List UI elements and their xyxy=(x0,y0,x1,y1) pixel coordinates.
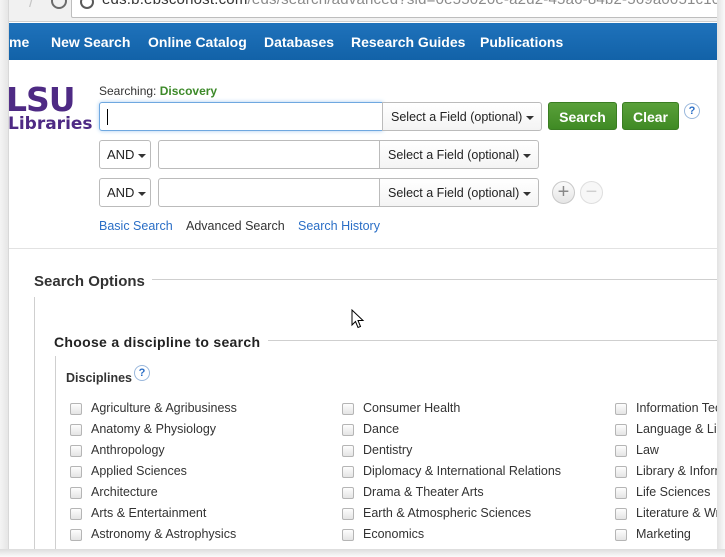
checkbox[interactable] xyxy=(70,508,82,520)
nav-online-catalog[interactable]: Online Catalog xyxy=(148,34,247,50)
advanced-search-label: Advanced Search xyxy=(186,219,285,233)
discipline-item[interactable]: Marketing xyxy=(615,526,718,547)
checkbox[interactable] xyxy=(342,466,354,478)
database-name: Discovery xyxy=(159,84,218,98)
checkbox[interactable] xyxy=(615,424,627,436)
discipline-heading: Choose a discipline to search xyxy=(54,334,261,350)
divider xyxy=(34,297,35,557)
divider xyxy=(9,248,717,249)
search-history-link[interactable]: Search History xyxy=(298,219,380,233)
browser-toolbar: / eds.b.ebscohost.com/eds/search/advance… xyxy=(9,0,721,22)
discipline-item[interactable]: Information Tec xyxy=(615,400,718,421)
page: / eds.b.ebscohost.com/eds/search/advance… xyxy=(0,0,725,557)
divider xyxy=(152,279,717,280)
basic-search-link[interactable]: Basic Search xyxy=(99,219,173,233)
checkbox[interactable] xyxy=(342,529,354,541)
address-bar[interactable]: eds.b.ebscohost.com/eds/search/advanced?… xyxy=(71,0,721,18)
discipline-item[interactable]: Literature & Wr xyxy=(615,505,718,526)
libraries-logo-text[interactable]: Libraries xyxy=(8,116,93,133)
discipline-item[interactable]: Language & Li xyxy=(615,421,718,442)
remove-row-button[interactable]: − xyxy=(580,181,603,204)
caret-down-icon xyxy=(526,115,535,120)
window-shadow xyxy=(0,549,725,557)
forward-arrow-icon[interactable]: / xyxy=(29,0,33,12)
text-cursor xyxy=(107,109,108,125)
search-options-heading: Search Options xyxy=(34,273,145,290)
clear-button[interactable]: Clear xyxy=(622,102,679,130)
caret-down-icon xyxy=(138,191,147,196)
lsu-logo[interactable]: LSU xyxy=(6,83,76,116)
nav-publications[interactable]: Publications xyxy=(480,34,563,50)
url-text: eds.b.ebscohost.com/eds/search/advanced?… xyxy=(102,0,720,8)
checkbox[interactable] xyxy=(342,424,354,436)
checkbox[interactable] xyxy=(70,529,82,541)
checkbox[interactable] xyxy=(70,445,82,457)
search-input-1[interactable] xyxy=(99,102,383,131)
window-shadow xyxy=(717,0,725,557)
checkbox[interactable] xyxy=(70,424,82,436)
checkbox[interactable] xyxy=(70,487,82,499)
search-button[interactable]: Search xyxy=(548,102,617,130)
checkbox[interactable] xyxy=(615,529,627,541)
field-select-1[interactable]: Select a Field (optional) xyxy=(382,102,542,131)
discipline-item[interactable]: Law xyxy=(615,442,718,463)
checkbox[interactable] xyxy=(70,466,82,478)
reload-icon[interactable] xyxy=(51,0,67,9)
checkbox[interactable] xyxy=(615,403,627,415)
checkbox[interactable] xyxy=(615,466,627,478)
field-select-3[interactable]: Select a Field (optional) xyxy=(379,178,539,207)
searching-label: Searching: Discovery xyxy=(99,84,218,98)
top-navigation: me New Search Online Catalog Databases R… xyxy=(9,23,717,60)
boolean-select-2[interactable]: AND xyxy=(99,140,151,169)
discipline-column-3: Information Tec Language & Li Law Librar… xyxy=(615,400,718,550)
discipline-item[interactable]: Life Sciences xyxy=(615,484,718,505)
caret-down-icon xyxy=(523,191,532,196)
nav-new-search[interactable]: New Search xyxy=(51,34,130,50)
info-icon[interactable] xyxy=(80,0,94,9)
disciplines-label: Disciplines xyxy=(66,371,132,385)
checkbox[interactable] xyxy=(615,445,627,457)
discipline-item[interactable]: Library & Inform xyxy=(615,463,718,484)
nav-home[interactable]: me xyxy=(9,34,29,50)
disciplines-help-icon[interactable]: ? xyxy=(134,365,150,381)
checkbox[interactable] xyxy=(615,487,627,499)
search-input-2[interactable] xyxy=(158,140,380,169)
divider xyxy=(268,340,717,341)
checkbox[interactable] xyxy=(615,508,627,520)
boolean-select-3[interactable]: AND xyxy=(99,178,151,207)
checkbox[interactable] xyxy=(342,403,354,415)
checkbox[interactable] xyxy=(342,508,354,520)
checkbox[interactable] xyxy=(342,445,354,457)
nav-research-guides[interactable]: Research Guides xyxy=(351,34,465,50)
caret-down-icon xyxy=(138,153,147,158)
mouse-pointer-icon xyxy=(351,309,365,329)
field-select-2[interactable]: Select a Field (optional) xyxy=(379,140,539,169)
checkbox[interactable] xyxy=(70,403,82,415)
search-help-icon[interactable]: ? xyxy=(684,103,700,119)
checkbox[interactable] xyxy=(342,487,354,499)
search-input-3[interactable] xyxy=(158,178,380,207)
nav-databases[interactable]: Databases xyxy=(264,34,334,50)
window-shadow xyxy=(0,0,9,550)
add-row-button[interactable]: + xyxy=(552,181,575,204)
divider xyxy=(55,356,56,557)
caret-down-icon xyxy=(523,153,532,158)
